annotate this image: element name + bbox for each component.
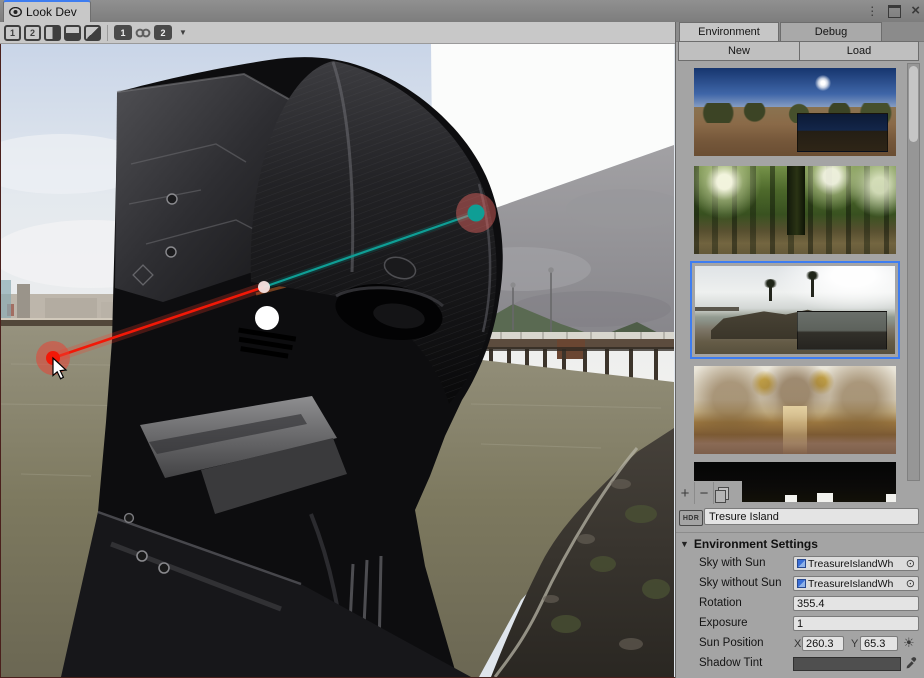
new-environment-button[interactable]: New (678, 41, 800, 61)
environment-library-toolbar: + − (676, 481, 742, 505)
palm-tree (769, 285, 772, 301)
teal-handle[interactable] (468, 205, 485, 222)
foldout-arrow-icon[interactable]: ▼ (680, 539, 689, 549)
sun-position-picker-icon[interactable]: ☀ (903, 635, 915, 651)
sky-with-sun-object-field[interactable]: TreasureIslandWh ⊙ (793, 556, 919, 571)
exposure-input[interactable]: 1 (793, 616, 919, 631)
palm-tree (811, 277, 814, 297)
sky-without-sun-object-field[interactable]: TreasureIslandWh ⊙ (793, 576, 919, 591)
sun-x-input[interactable]: 260.3 (802, 636, 844, 651)
scrollbar-thumb[interactable] (909, 66, 918, 142)
separator-center-handle[interactable] (255, 306, 279, 330)
title-bar: Look Dev ⋮ × (0, 0, 924, 22)
env-thumbnail-treasure-island[interactable] (695, 266, 895, 354)
duplicate-environment-button[interactable] (714, 481, 732, 505)
window-title: Look Dev (26, 5, 77, 19)
single-view-1-button[interactable]: 1 (4, 25, 21, 41)
row-exposure: Exposure 1 (676, 614, 924, 634)
row-rotation: Rotation 355.4 (676, 594, 924, 614)
single-view-2-button[interactable]: 2 (24, 25, 41, 41)
object-picker-icon[interactable]: ⊙ (906, 577, 915, 590)
environment-panel: Environment Debug New Load + − (675, 22, 924, 678)
link-cameras-icon[interactable] (135, 27, 151, 39)
cubemap-icon (797, 559, 806, 568)
env-thumbnail-church[interactable] (694, 366, 896, 454)
zone-view-icon[interactable] (84, 25, 101, 41)
sun-y-input[interactable]: 65.3 (860, 636, 898, 651)
env-thumbnail-inset (797, 113, 888, 152)
env-thumbnail-forest[interactable] (694, 166, 896, 254)
object-picker-icon[interactable]: ⊙ (906, 557, 915, 570)
window-tab-lookdev[interactable]: Look Dev (3, 0, 91, 22)
eye-icon (9, 7, 22, 17)
environment-name-input[interactable]: Tresure Island (704, 508, 919, 525)
duplicate-icon (718, 487, 729, 500)
maximize-icon[interactable] (888, 5, 901, 18)
divider (676, 532, 924, 533)
cubemap-icon (797, 579, 806, 588)
lookdev-viewport[interactable] (0, 44, 675, 678)
row-sky-with-sun: Sky with Sun TreasureIslandWh ⊙ (676, 554, 924, 574)
row-shadow-tint: Shadow Tint (676, 654, 924, 674)
panel-tabstrip: Environment Debug (676, 22, 924, 42)
add-environment-button[interactable]: + (676, 481, 694, 505)
lookdev-toolbar: 1 2 1 2 ▼ (0, 22, 675, 44)
camera-2-button[interactable]: 2 (154, 25, 172, 40)
tab-environment[interactable]: Environment (679, 22, 779, 41)
tab-debug[interactable]: Debug (780, 22, 882, 41)
env-thumbnail-inset (797, 311, 887, 350)
y-axis-label: Y (851, 638, 858, 650)
remove-environment-button[interactable]: − (695, 481, 713, 505)
window-menu-icon[interactable]: ⋮ (866, 6, 878, 16)
environment-settings-header[interactable]: ▼ Environment Settings (680, 536, 818, 552)
thumbnail-scrollbar[interactable] (907, 63, 920, 481)
load-environment-button[interactable]: Load (799, 41, 919, 61)
toolbar-dropdown-icon[interactable]: ▼ (179, 28, 187, 37)
toolbar-separator (107, 25, 108, 41)
church-aisle (783, 406, 807, 454)
row-sun-position: Sun Position X 260.3 Y 65.3 ☀ (676, 634, 924, 654)
row-sky-without-sun: Sky without Sun TreasureIslandWh ⊙ (676, 574, 924, 594)
split-view-icon[interactable] (64, 25, 81, 41)
close-icon[interactable]: × (911, 4, 920, 18)
side-by-side-view-icon[interactable] (44, 25, 61, 41)
tree-trunk (787, 166, 805, 235)
render-scene (1, 44, 674, 677)
shadow-tint-color-swatch[interactable] (793, 657, 901, 671)
hdr-badge: HDR (679, 510, 703, 526)
camera-1-button[interactable]: 1 (114, 25, 132, 40)
env-thumbnail-sunny-field[interactable] (694, 68, 896, 156)
rotation-input[interactable]: 355.4 (793, 596, 919, 611)
x-axis-label: X (794, 638, 801, 650)
separator-junction-dot[interactable] (258, 281, 270, 293)
eyedropper-icon[interactable] (905, 655, 917, 670)
